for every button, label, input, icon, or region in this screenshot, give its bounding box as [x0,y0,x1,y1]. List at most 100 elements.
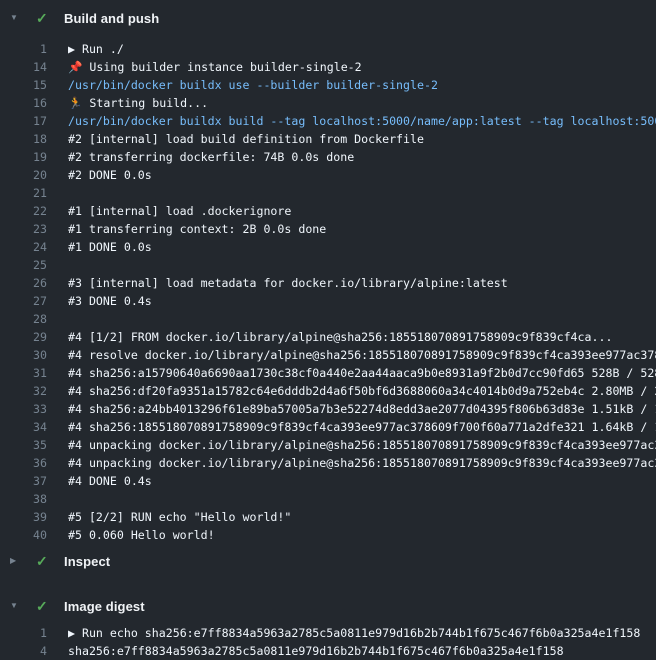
log-line: 20#2 DONE 0.0s [0,166,656,184]
line-number[interactable]: 4 [0,644,47,658]
log-output-text: #1 transferring context: 2B 0.0s done [68,222,326,236]
log-line: 16 🏃 Starting build... [0,94,656,112]
line-number[interactable]: 25 [0,258,47,272]
section-header-image-digest[interactable]: ▼ ✓ Image digest [0,596,656,616]
log-line: 28 [0,310,656,328]
line-number[interactable]: 16 [0,96,47,110]
line-number[interactable]: 23 [0,222,47,236]
line-number[interactable]: 39 [0,510,47,524]
line-number[interactable]: 14 [0,60,47,74]
section-header-inspect[interactable]: ▶ ✓ Inspect [0,551,656,571]
log-output-text: #4 sha256:df20fa9351a15782c64e6dddb2d4a6… [68,384,656,398]
log-output-text: ▶ Run ./ [68,42,124,56]
success-check-icon: ✓ [36,8,51,28]
log-line: 35 #4 unpacking docker.io/library/alpine@… [0,436,656,454]
success-check-icon: ✓ [36,551,51,571]
section-inspect: ▶ ✓ Inspect [0,551,656,571]
log-lines: 1 ▶ Run ./ 14 📌 Using builder instance buil… [0,40,656,544]
line-number[interactable]: 20 [0,168,47,182]
log-output-text: #2 [internal] load build definition from… [68,132,424,146]
log-line: 24 #1 DONE 0.0s [0,238,656,256]
section-title: Inspect [64,554,110,569]
log-output-text: #4 [1/2] FROM docker.io/library/alpine@s… [68,330,612,344]
line-number[interactable]: 28 [0,312,47,326]
expand-group-arrow-icon[interactable]: ▶ [68,626,82,640]
line-number[interactable]: 1 [0,42,47,56]
log-line: 31 #4 sha256:a15790640a6690aa1730c38cf0a4… [0,364,656,382]
log-line: 34 #4 sha256:185518070891758909c9f839cf4c… [0,418,656,436]
log-output-text: #2 transferring dockerfile: 74B 0.0s don… [68,150,354,164]
chevron-down-icon[interactable]: ▼ [10,596,24,616]
log-output-text: #5 0.060 Hello world! [68,528,215,542]
line-number[interactable]: 29 [0,330,47,344]
line-number[interactable]: 17 [0,114,47,128]
line-number[interactable]: 34 [0,420,47,434]
log-line: 33 #4 sha256:a24bb4013296f61e89ba57005a7b… [0,400,656,418]
chevron-right-icon[interactable]: ▶ [10,551,24,571]
log-output-text: #4 sha256:a15790640a6690aa1730c38cf0a440… [68,366,656,380]
log-line: 4 sha256:e7ff8834a5963a2785c5a0811e979d16… [0,642,656,660]
line-number[interactable]: 37 [0,474,47,488]
line-number[interactable]: 38 [0,492,47,506]
log-output-text: #4 sha256:185518070891758909c9f839cf4ca3… [68,420,656,434]
log-line: 36#4 unpacking docker.io/library/alpine@… [0,454,656,472]
line-number[interactable]: 27 [0,294,47,308]
line-number[interactable]: 18 [0,132,47,146]
section-header-build-and-push[interactable]: ▼ ✓ Build and push [0,8,656,28]
expand-group-arrow-icon[interactable]: ▶ [68,42,82,56]
log-line: 1 ▶ Run echo sha256:e7ff8834a5963a2785c5a… [0,624,656,642]
line-number[interactable]: 26 [0,276,47,290]
success-check-icon: ✓ [36,596,51,616]
log-output-text: #4 resolve docker.io/library/alpine@sha2… [68,348,656,362]
workflow-log-viewer: ▼ ✓ Build and push 1▶ Run ./14📌 Using bu… [0,0,656,660]
log-output-text: 📌 Using builder instance builder-single-… [68,60,362,74]
log-line: 17/usr/bin/docker buildx build --tag loc… [0,112,656,130]
log-output-text: #4 sha256:a24bb4013296f61e89ba57005a7b3e… [68,402,656,416]
log-line: 23 #1 transferring context: 2B 0.0s done [0,220,656,238]
log-output-text: #3 [internal] load metadata for docker.i… [68,276,508,290]
line-number[interactable]: 31 [0,366,47,380]
log-line: 19 #2 transferring dockerfile: 74B 0.0s d… [0,148,656,166]
line-number[interactable]: 22 [0,204,47,218]
log-line: 21 [0,184,656,202]
line-number[interactable]: 40 [0,528,47,542]
log-line: 15/usr/bin/docker buildx use --builder b… [0,76,656,94]
log-line: 29 #4 [1/2] FROM docker.io/library/alpine… [0,328,656,346]
section-title: Image digest [64,599,145,614]
log-output-text: ▶ Run echo sha256:e7ff8834a5963a2785c5a0… [68,626,640,640]
line-number[interactable]: 1 [0,626,47,640]
log-line: 1 ▶ Run ./ [0,40,656,58]
log-line: 26 #3 [internal] load metadata for docker… [0,274,656,292]
log-output-text: #5 [2/2] RUN echo "Hello world!" [68,510,291,524]
log-line: 22 #1 [internal] load .dockerignore [0,202,656,220]
log-line: 40 #5 0.060 Hello world! [0,526,656,544]
log-line: 14 📌 Using builder instance builder-singl… [0,58,656,76]
log-output-text: 🏃 Starting build... [68,96,208,110]
log-line: 27 #3 DONE 0.4s [0,292,656,310]
log-line: 30 #4 resolve docker.io/library/alpine@sh… [0,346,656,364]
section-build-and-push: ▼ ✓ Build and push 1 ▶ Run ./ 14 📌 Using bu… [0,8,656,544]
line-number[interactable]: 33 [0,402,47,416]
log-line: 25 [0,256,656,274]
chevron-down-icon[interactable]: ▼ [10,8,24,28]
log-lines: 1 ▶ Run echo sha256:e7ff8834a5963a2785c5a… [0,624,656,660]
section-title: Build and push [64,11,159,26]
line-number[interactable]: 36 [0,456,47,470]
line-number[interactable]: 30 [0,348,47,362]
log-output-text: sha256:e7ff8834a5963a2785c5a0811e979d16b… [68,644,564,658]
log-output-text: #3 DONE 0.4s [68,294,152,308]
line-number[interactable]: 15 [0,78,47,92]
log-line: 18 #2 [internal] load build definition fr… [0,130,656,148]
line-number[interactable]: 19 [0,150,47,164]
log-line: 32 #4 sha256:df20fa9351a15782c64e6dddb2d4… [0,382,656,400]
line-number[interactable]: 24 [0,240,47,254]
log-output-text: #4 unpacking docker.io/library/alpine@sh… [68,438,656,452]
log-output-text: #1 [internal] load .dockerignore [68,204,291,218]
line-number[interactable]: 32 [0,384,47,398]
log-line: 37 #4 DONE 0.4s [0,472,656,490]
log-output-text: #1 DONE 0.0s [68,240,152,254]
line-number[interactable]: 21 [0,186,47,200]
log-line: 38 [0,490,656,508]
log-output-text: #4 DONE 0.4s [68,474,152,488]
line-number[interactable]: 35 [0,438,47,452]
